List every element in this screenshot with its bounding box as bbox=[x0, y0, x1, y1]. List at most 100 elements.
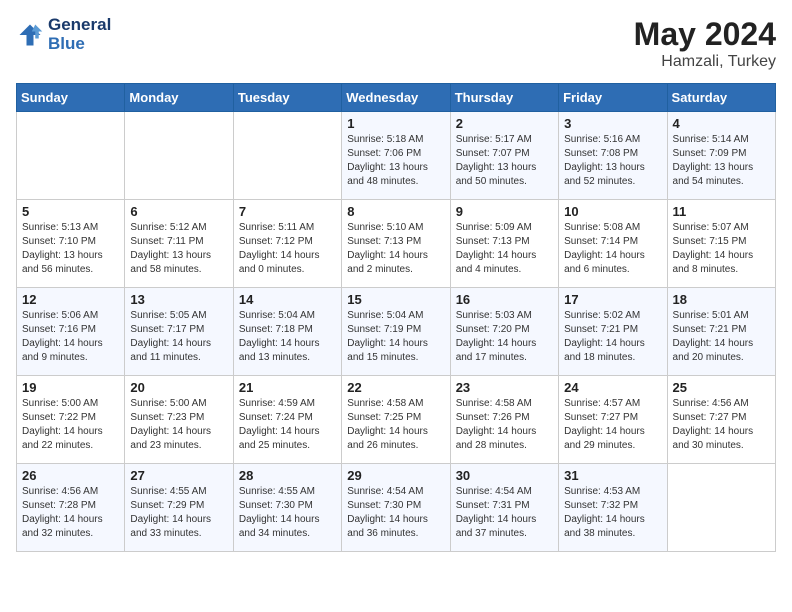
cell-info: Sunrise: 5:11 AMSunset: 7:12 PMDaylight:… bbox=[239, 221, 336, 277]
cell-info: Sunrise: 5:18 AMSunset: 7:06 PMDaylight:… bbox=[347, 133, 444, 189]
cell-info: Sunrise: 4:53 AMSunset: 7:32 PMDaylight:… bbox=[564, 485, 661, 541]
calendar-cell: 5Sunrise: 5:13 AMSunset: 7:10 PMDaylight… bbox=[17, 200, 125, 288]
logo-text: General Blue bbox=[48, 16, 111, 53]
day-header-monday: Monday bbox=[125, 84, 233, 112]
week-row-2: 5Sunrise: 5:13 AMSunset: 7:10 PMDaylight… bbox=[17, 200, 776, 288]
cell-info: Sunrise: 5:17 AMSunset: 7:07 PMDaylight:… bbox=[456, 133, 553, 189]
day-number: 8 bbox=[347, 204, 444, 219]
calendar-table: SundayMondayTuesdayWednesdayThursdayFrid… bbox=[16, 83, 776, 552]
week-row-1: 1 Sunrise: 5:18 AMSunset: 7:06 PMDaylight… bbox=[17, 112, 776, 200]
cell-info: Sunrise: 5:04 AMSunset: 7:19 PMDaylight:… bbox=[347, 309, 444, 365]
day-number: 23 bbox=[456, 380, 553, 395]
day-number: 28 bbox=[239, 468, 336, 483]
day-number: 30 bbox=[456, 468, 553, 483]
calendar-cell: 30 Sunrise: 4:54 AMSunset: 7:31 PMDayligh… bbox=[450, 464, 558, 552]
calendar-cell: 9 Sunrise: 5:09 AMSunset: 7:13 PMDaylight… bbox=[450, 200, 558, 288]
calendar-body: 1 Sunrise: 5:18 AMSunset: 7:06 PMDaylight… bbox=[17, 112, 776, 552]
calendar-cell bbox=[667, 464, 775, 552]
logo: General Blue bbox=[16, 16, 111, 53]
day-header-saturday: Saturday bbox=[667, 84, 775, 112]
day-number: 11 bbox=[673, 204, 770, 219]
calendar-cell: 18Sunrise: 5:01 AMSunset: 7:21 PMDayligh… bbox=[667, 288, 775, 376]
calendar-cell: 21 Sunrise: 4:59 AMSunset: 7:24 PMDayligh… bbox=[233, 376, 341, 464]
day-number: 3 bbox=[564, 116, 661, 131]
calendar-cell: 10Sunrise: 5:08 AMSunset: 7:14 PMDayligh… bbox=[559, 200, 667, 288]
cell-info: Sunrise: 5:06 AMSunset: 7:16 PMDaylight:… bbox=[22, 309, 119, 365]
day-number: 9 bbox=[456, 204, 553, 219]
calendar-cell bbox=[125, 112, 233, 200]
calendar-cell: 20 Sunrise: 5:00 AMSunset: 7:23 PMDayligh… bbox=[125, 376, 233, 464]
day-number: 13 bbox=[130, 292, 227, 307]
day-header-sunday: Sunday bbox=[17, 84, 125, 112]
day-number: 20 bbox=[130, 380, 227, 395]
cell-info: Sunrise: 5:14 AMSunset: 7:09 PMDaylight:… bbox=[673, 133, 770, 189]
day-number: 4 bbox=[673, 116, 770, 131]
calendar-cell: 29 Sunrise: 4:54 AMSunset: 7:30 PMDayligh… bbox=[342, 464, 450, 552]
cell-info: Sunrise: 5:00 AMSunset: 7:22 PMDaylight:… bbox=[22, 397, 119, 453]
day-number: 15 bbox=[347, 292, 444, 307]
day-number: 2 bbox=[456, 116, 553, 131]
calendar-cell: 7Sunrise: 5:11 AMSunset: 7:12 PMDaylight… bbox=[233, 200, 341, 288]
day-number: 19 bbox=[22, 380, 119, 395]
calendar-cell: 31 Sunrise: 4:53 AMSunset: 7:32 PMDayligh… bbox=[559, 464, 667, 552]
cell-info: Sunrise: 4:55 AMSunset: 7:29 PMDaylight:… bbox=[130, 485, 227, 541]
cell-info: Sunrise: 4:56 AMSunset: 7:28 PMDaylight:… bbox=[22, 485, 119, 541]
cell-info: Sunrise: 4:57 AMSunset: 7:27 PMDaylight:… bbox=[564, 397, 661, 453]
day-number: 14 bbox=[239, 292, 336, 307]
calendar-cell: 13Sunrise: 5:05 AMSunset: 7:17 PMDayligh… bbox=[125, 288, 233, 376]
calendar-cell: 27 Sunrise: 4:55 AMSunset: 7:29 PMDayligh… bbox=[125, 464, 233, 552]
day-number: 12 bbox=[22, 292, 119, 307]
week-row-3: 12 Sunrise: 5:06 AMSunset: 7:16 PMDayligh… bbox=[17, 288, 776, 376]
calendar-cell: 19 Sunrise: 5:00 AMSunset: 7:22 PMDayligh… bbox=[17, 376, 125, 464]
calendar-cell: 8Sunrise: 5:10 AMSunset: 7:13 PMDaylight… bbox=[342, 200, 450, 288]
calendar-cell: 23 Sunrise: 4:58 AMSunset: 7:26 PMDayligh… bbox=[450, 376, 558, 464]
day-header-thursday: Thursday bbox=[450, 84, 558, 112]
calendar-cell: 4 Sunrise: 5:14 AMSunset: 7:09 PMDaylight… bbox=[667, 112, 775, 200]
day-number: 18 bbox=[673, 292, 770, 307]
calendar-cell: 3 Sunrise: 5:16 AMSunset: 7:08 PMDaylight… bbox=[559, 112, 667, 200]
calendar-cell: 15 Sunrise: 5:04 AMSunset: 7:19 PMDayligh… bbox=[342, 288, 450, 376]
calendar-cell: 17Sunrise: 5:02 AMSunset: 7:21 PMDayligh… bbox=[559, 288, 667, 376]
location: Hamzali, Turkey bbox=[634, 53, 776, 71]
cell-info: Sunrise: 5:09 AMSunset: 7:13 PMDaylight:… bbox=[456, 221, 553, 277]
page-header: General Blue May 2024 Hamzali, Turkey bbox=[16, 16, 776, 71]
cell-info: Sunrise: 4:58 AMSunset: 7:26 PMDaylight:… bbox=[456, 397, 553, 453]
cell-info: Sunrise: 4:58 AMSunset: 7:25 PMDaylight:… bbox=[347, 397, 444, 453]
day-number: 31 bbox=[564, 468, 661, 483]
calendar-cell bbox=[17, 112, 125, 200]
week-row-5: 26 Sunrise: 4:56 AMSunset: 7:28 PMDayligh… bbox=[17, 464, 776, 552]
calendar-cell: 12 Sunrise: 5:06 AMSunset: 7:16 PMDayligh… bbox=[17, 288, 125, 376]
day-number: 1 bbox=[347, 116, 444, 131]
title-block: May 2024 Hamzali, Turkey bbox=[634, 16, 776, 71]
day-number: 25 bbox=[673, 380, 770, 395]
day-number: 26 bbox=[22, 468, 119, 483]
day-header-friday: Friday bbox=[559, 84, 667, 112]
day-number: 6 bbox=[130, 204, 227, 219]
day-number: 10 bbox=[564, 204, 661, 219]
day-number: 5 bbox=[22, 204, 119, 219]
calendar-cell: 25Sunrise: 4:56 AMSunset: 7:27 PMDayligh… bbox=[667, 376, 775, 464]
month-title: May 2024 bbox=[634, 16, 776, 53]
week-row-4: 19 Sunrise: 5:00 AMSunset: 7:22 PMDayligh… bbox=[17, 376, 776, 464]
cell-info: Sunrise: 4:54 AMSunset: 7:30 PMDaylight:… bbox=[347, 485, 444, 541]
calendar-cell: 2 Sunrise: 5:17 AMSunset: 7:07 PMDaylight… bbox=[450, 112, 558, 200]
day-number: 17 bbox=[564, 292, 661, 307]
day-number: 22 bbox=[347, 380, 444, 395]
cell-info: Sunrise: 4:54 AMSunset: 7:31 PMDaylight:… bbox=[456, 485, 553, 541]
header-row: SundayMondayTuesdayWednesdayThursdayFrid… bbox=[17, 84, 776, 112]
cell-info: Sunrise: 5:16 AMSunset: 7:08 PMDaylight:… bbox=[564, 133, 661, 189]
calendar-cell: 16Sunrise: 5:03 AMSunset: 7:20 PMDayligh… bbox=[450, 288, 558, 376]
calendar-cell: 26 Sunrise: 4:56 AMSunset: 7:28 PMDayligh… bbox=[17, 464, 125, 552]
cell-info: Sunrise: 5:07 AMSunset: 7:15 PMDaylight:… bbox=[673, 221, 770, 277]
calendar-header: SundayMondayTuesdayWednesdayThursdayFrid… bbox=[17, 84, 776, 112]
calendar-cell: 24Sunrise: 4:57 AMSunset: 7:27 PMDayligh… bbox=[559, 376, 667, 464]
day-number: 29 bbox=[347, 468, 444, 483]
calendar-cell: 6Sunrise: 5:12 AMSunset: 7:11 PMDaylight… bbox=[125, 200, 233, 288]
calendar-cell: 14Sunrise: 5:04 AMSunset: 7:18 PMDayligh… bbox=[233, 288, 341, 376]
day-number: 21 bbox=[239, 380, 336, 395]
cell-info: Sunrise: 4:59 AMSunset: 7:24 PMDaylight:… bbox=[239, 397, 336, 453]
day-number: 27 bbox=[130, 468, 227, 483]
logo-icon bbox=[16, 21, 44, 49]
cell-info: Sunrise: 5:03 AMSunset: 7:20 PMDaylight:… bbox=[456, 309, 553, 365]
cell-info: Sunrise: 5:00 AMSunset: 7:23 PMDaylight:… bbox=[130, 397, 227, 453]
